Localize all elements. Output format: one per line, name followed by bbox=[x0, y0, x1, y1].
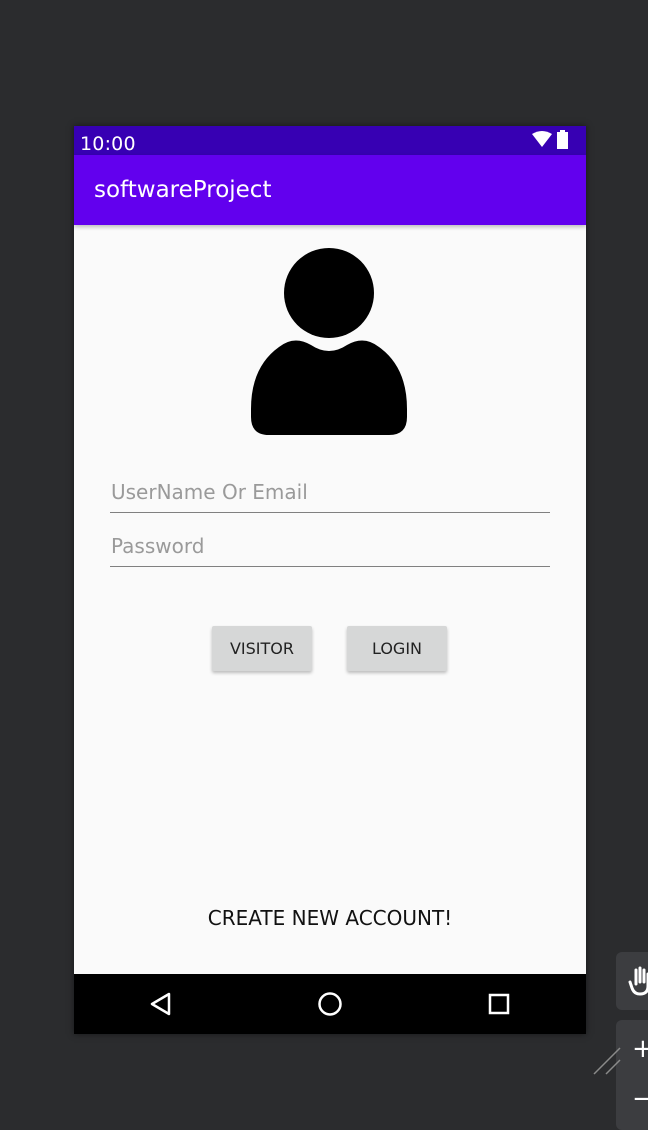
wifi-icon bbox=[532, 131, 552, 147]
visitor-button[interactable]: VISITOR bbox=[212, 626, 312, 671]
navigation-bar bbox=[74, 974, 586, 1034]
back-triangle-icon[interactable] bbox=[145, 988, 177, 1020]
user-avatar-icon bbox=[251, 248, 407, 435]
hand-pan-icon bbox=[628, 966, 648, 996]
app-title: softwareProject bbox=[94, 177, 272, 203]
pan-tool[interactable] bbox=[616, 952, 648, 1010]
status-icons bbox=[532, 130, 568, 149]
battery-icon bbox=[557, 132, 568, 149]
login-button[interactable]: LOGIN bbox=[347, 626, 447, 671]
phone-screen: 10:00 softwareProject VISITOR LOGIN CREA… bbox=[74, 126, 586, 1034]
minus-icon[interactable]: − bbox=[632, 1084, 648, 1114]
create-account-link[interactable]: CREATE NEW ACCOUNT! bbox=[74, 906, 586, 930]
username-field[interactable] bbox=[110, 472, 550, 513]
app-bar: softwareProject bbox=[74, 155, 586, 225]
recents-square-icon[interactable] bbox=[483, 988, 515, 1020]
password-input[interactable] bbox=[110, 526, 550, 566]
resize-handle-icon[interactable] bbox=[592, 1046, 622, 1076]
password-field[interactable] bbox=[110, 526, 550, 567]
status-time: 10:00 bbox=[80, 133, 136, 155]
plus-icon[interactable]: + bbox=[632, 1034, 648, 1064]
status-bar: 10:00 bbox=[74, 126, 586, 155]
username-input[interactable] bbox=[110, 472, 550, 512]
home-circle-icon[interactable] bbox=[314, 988, 346, 1020]
